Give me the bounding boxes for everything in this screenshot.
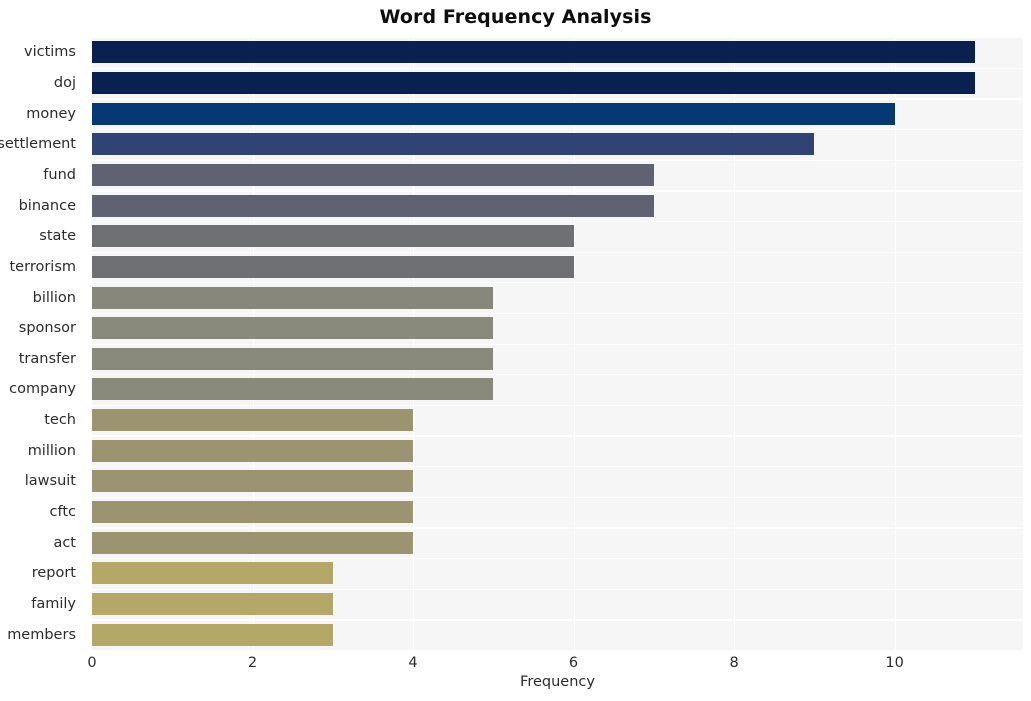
bar <box>92 102 895 125</box>
bar <box>92 163 654 186</box>
bar <box>92 562 333 585</box>
gridline-horizontal <box>92 466 1023 468</box>
gridline-horizontal <box>92 374 1023 376</box>
bar <box>92 286 494 309</box>
y-axis-tick-label: act <box>53 534 76 551</box>
y-axis-tick-label: sponsor <box>18 320 76 337</box>
y-axis-tick-label: fund <box>43 166 76 183</box>
x-axis-tick-label: 8 <box>729 655 739 671</box>
plot-area <box>92 37 1023 652</box>
chart-title: Word Frequency Analysis <box>379 6 652 28</box>
gridline-horizontal <box>92 435 1023 437</box>
y-axis-tick-label: lawsuit <box>24 473 76 490</box>
x-axis-tick-label: 2 <box>247 655 258 671</box>
y-axis-tick-label: report <box>31 565 76 582</box>
gridline-horizontal <box>92 343 1023 345</box>
y-axis-tick-label: million <box>27 442 76 459</box>
y-axis-tick-label: transfer <box>18 350 76 367</box>
bar <box>92 470 414 493</box>
gridline-horizontal <box>92 159 1023 161</box>
y-axis-tick-labels: victims doj money settlement fund binance stat… <box>0 37 84 650</box>
gridline-horizontal <box>92 251 1023 253</box>
bar <box>92 378 494 401</box>
gridline-horizontal <box>92 527 1023 529</box>
x-axis-tick-label: 4 <box>408 655 418 671</box>
bar <box>92 317 494 340</box>
bar <box>92 225 574 248</box>
gridline-horizontal <box>92 98 1023 100</box>
y-axis-tick-label: victims <box>24 44 76 61</box>
bar <box>92 501 414 524</box>
bar <box>92 133 815 156</box>
y-axis-tick-label: company <box>9 381 76 398</box>
gridline-horizontal <box>92 619 1023 621</box>
bar <box>92 71 975 94</box>
bar <box>92 41 975 64</box>
x-axis-tick-label: 10 <box>885 655 904 671</box>
y-axis-tick-label: money <box>26 105 76 122</box>
gridline-horizontal <box>92 282 1023 284</box>
gridline-horizontal <box>92 588 1023 590</box>
bar <box>92 593 333 616</box>
gridline-horizontal <box>92 558 1023 560</box>
y-axis-tick-label: terrorism <box>9 258 77 275</box>
bar <box>92 255 574 278</box>
bar <box>92 409 414 432</box>
bar <box>92 194 654 217</box>
gridline-horizontal <box>92 312 1023 315</box>
y-axis-tick-label: family <box>31 596 76 613</box>
y-axis-tick-label: binance <box>18 197 76 214</box>
y-axis-tick-label: tech <box>44 412 76 429</box>
gridline-horizontal <box>92 404 1023 407</box>
gridline-horizontal <box>92 37 1023 39</box>
y-axis-tick-label: state <box>39 228 76 245</box>
bar <box>92 623 333 646</box>
gridline-horizontal <box>92 67 1023 69</box>
y-axis-tick-label: cftc <box>49 504 76 521</box>
gridline-horizontal <box>92 220 1023 223</box>
gridline-horizontal <box>92 190 1023 192</box>
bar <box>92 347 494 370</box>
chart-figure: Word Frequency Analysis victims doj money s… <box>0 0 1031 701</box>
x-axis-tick-label: 0 <box>87 655 97 671</box>
x-axis-title: Frequency <box>520 674 595 690</box>
gridline-horizontal <box>92 496 1023 499</box>
x-axis-tick-label: 6 <box>568 655 579 671</box>
gridline-horizontal <box>92 128 1023 131</box>
y-axis-tick-label: settlement <box>0 136 76 153</box>
bar <box>92 531 414 554</box>
y-axis-tick-label: billion <box>32 289 76 306</box>
y-axis-tick-label: doj <box>53 74 76 91</box>
y-axis-tick-label: members <box>7 626 76 643</box>
bar <box>92 439 414 462</box>
